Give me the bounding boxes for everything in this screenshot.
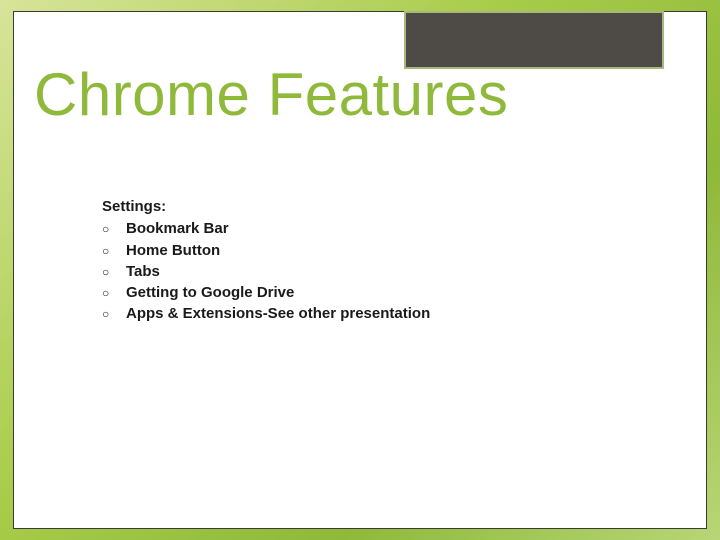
slide-card: Chrome Features Settings: Bookmark Bar H… bbox=[13, 11, 707, 529]
list-item: Apps & Extensions-See other presentation bbox=[102, 304, 430, 324]
list-item: Getting to Google Drive bbox=[102, 283, 430, 303]
slide-content: Settings: Bookmark Bar Home Button Tabs … bbox=[102, 197, 430, 326]
list-item: Tabs bbox=[102, 262, 430, 282]
list-item: Bookmark Bar bbox=[102, 219, 430, 239]
list-item: Home Button bbox=[102, 241, 430, 261]
slide-title: Chrome Features bbox=[34, 62, 508, 128]
slide-background: Chrome Features Settings: Bookmark Bar H… bbox=[0, 0, 720, 540]
bullet-list: Bookmark Bar Home Button Tabs Getting to… bbox=[102, 219, 430, 324]
section-label: Settings: bbox=[102, 197, 430, 217]
